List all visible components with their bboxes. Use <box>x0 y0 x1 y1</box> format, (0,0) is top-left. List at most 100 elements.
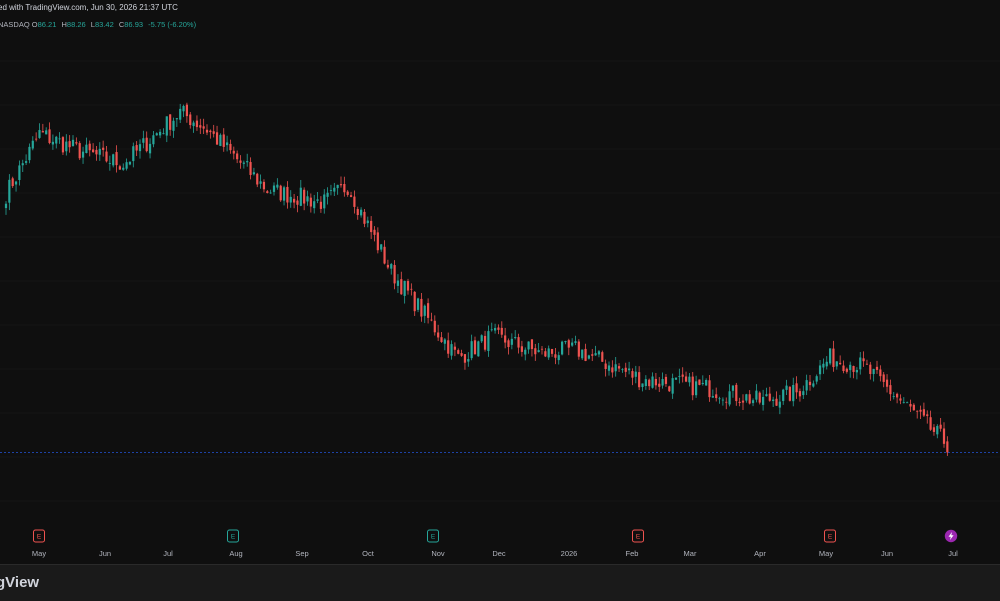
candle-down <box>215 125 219 145</box>
candle-body <box>460 353 463 356</box>
candle-body <box>701 382 704 385</box>
candle-body <box>651 376 654 388</box>
candle-body <box>182 105 185 112</box>
candle-down <box>309 193 312 213</box>
candle-down <box>601 350 604 363</box>
candle-body <box>289 196 292 203</box>
candle-body <box>896 393 899 398</box>
candle-body <box>81 151 85 158</box>
candle-body <box>92 149 95 153</box>
candle-up <box>661 372 664 389</box>
candle-up <box>58 132 61 144</box>
candle-body <box>859 357 862 370</box>
candle-down <box>406 278 410 295</box>
candle-body <box>758 392 761 403</box>
candle-body <box>601 352 604 362</box>
candle-body <box>782 389 785 402</box>
candle-body <box>463 354 467 363</box>
candle-down <box>400 271 403 295</box>
candle-body <box>899 398 902 401</box>
candle-body <box>792 384 795 402</box>
earnings-event-marker[interactable]: E <box>33 529 45 543</box>
candle-body <box>571 342 574 346</box>
candle-body <box>349 195 353 197</box>
candle-body <box>433 320 436 333</box>
branding-footer: gView <box>0 564 1000 601</box>
candle-down <box>356 206 359 220</box>
candle-down <box>916 410 919 419</box>
candle-body <box>396 280 400 286</box>
x-axis-tick-label: Aug <box>229 549 242 558</box>
candle-up <box>480 334 483 344</box>
candle-down <box>460 349 463 357</box>
earnings-event-marker[interactable]: E <box>824 529 836 543</box>
candle-down <box>919 405 922 419</box>
candle-body <box>299 187 302 206</box>
candle-body <box>306 196 309 202</box>
candle-down <box>169 114 172 136</box>
candle-up <box>21 159 24 173</box>
candle-down <box>199 118 202 134</box>
candle-body <box>942 428 946 444</box>
candle-up <box>772 396 775 408</box>
earnings-event-marker[interactable]: E <box>227 529 239 543</box>
candle-body <box>112 154 115 166</box>
candle-body <box>400 279 403 295</box>
earnings-event-marker[interactable]: E <box>427 529 439 543</box>
candle-up <box>128 161 132 166</box>
candle-body <box>768 393 771 401</box>
candle-body <box>879 369 882 377</box>
candle-body <box>286 186 289 203</box>
candle-body <box>557 355 560 361</box>
candle-body <box>155 133 158 136</box>
candle-body <box>889 385 892 395</box>
candle-body <box>437 332 440 338</box>
candle-body <box>319 201 322 209</box>
candle-down <box>654 372 657 390</box>
candle-up <box>276 178 279 190</box>
candle-body <box>360 209 363 216</box>
candle-down <box>195 115 199 131</box>
candle-up <box>450 340 453 360</box>
candle-down <box>205 124 209 136</box>
candle-up <box>25 154 28 165</box>
candle-down <box>725 397 728 410</box>
candle-body <box>31 140 34 149</box>
candle-down <box>353 190 356 214</box>
candle-down <box>78 141 81 160</box>
candle-body <box>279 185 282 201</box>
candle-down <box>95 146 98 161</box>
candle-body <box>215 132 219 145</box>
candle-body <box>912 404 915 411</box>
candle-body <box>239 160 242 163</box>
candle-up <box>751 398 755 407</box>
candle-body <box>51 141 54 145</box>
earnings-badge-letter: E <box>636 533 641 540</box>
candle-down <box>145 131 148 153</box>
candle-body <box>527 341 530 350</box>
lightning-icon[interactable] <box>944 529 958 543</box>
candle-up <box>547 345 550 360</box>
candle-up <box>122 163 125 171</box>
candle-body <box>829 348 832 364</box>
candle-up <box>65 134 68 156</box>
candle-down <box>795 376 798 399</box>
candle-body <box>567 340 570 348</box>
candle-body <box>132 146 135 162</box>
candle-body <box>169 114 172 130</box>
candle-body <box>246 161 249 163</box>
candle-body <box>205 129 209 133</box>
candle-body <box>688 376 691 383</box>
candle-body <box>808 381 812 386</box>
candle-up <box>81 146 85 164</box>
candle-up <box>571 338 574 347</box>
candle-body <box>658 383 661 387</box>
candlestick-chart[interactable]: E E E E E May Jun Jul Aug Sep Oct Nov Dec 2026 Feb Mar… <box>0 16 1000 564</box>
candle-body <box>266 191 269 194</box>
earnings-event-marker[interactable]: E <box>632 529 644 543</box>
candle-down <box>232 146 235 160</box>
candle-up <box>644 375 647 390</box>
candle-body <box>741 400 745 403</box>
candle-body <box>607 365 611 371</box>
candle-down <box>386 259 389 270</box>
